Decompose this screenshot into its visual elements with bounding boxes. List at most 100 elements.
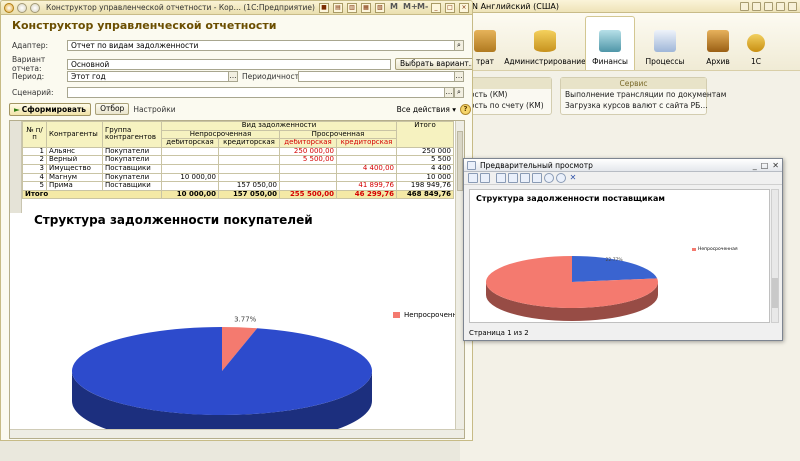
close-preview-icon[interactable]: ✕ (568, 173, 578, 183)
pie-slice-label: 3.77% (234, 316, 257, 324)
pie-chart-customers: 3.77% (72, 316, 373, 438)
play-icon: ► (14, 104, 20, 114)
archive-icon (707, 30, 729, 52)
section-1c[interactable]: 1С (745, 16, 767, 70)
one-page-icon[interactable] (508, 173, 518, 183)
copy-icon[interactable]: ▧ (375, 2, 385, 13)
scenario-label: Сценарий: (12, 88, 54, 97)
multi-page-icon[interactable] (532, 173, 542, 183)
page-status: Страница 1 из 2 (469, 329, 529, 337)
variant-field[interactable]: Основной (67, 58, 391, 70)
close-icon[interactable]: ✕ (772, 161, 779, 170)
panel-link[interactable]: Выполнение трансляции по документам (561, 89, 726, 100)
section-label: 1С (750, 57, 761, 66)
database-icon (534, 30, 556, 52)
zoom-out-icon[interactable] (556, 173, 566, 183)
scroll-thumb[interactable] (772, 278, 778, 308)
dropdown-icon[interactable] (752, 1, 761, 11)
section-label: Финансы (592, 57, 628, 66)
costs-icon (474, 30, 496, 52)
preview-title: Предварительный просмотр (480, 160, 593, 170)
calculator-icon (599, 30, 621, 52)
main-window: Конструктор управленческой отчетности - … (0, 0, 473, 441)
section-administration[interactable]: Администрирование (504, 16, 586, 70)
choose-variant-button[interactable]: Выбрать вариант... (395, 58, 472, 70)
preview-titlebar: Предварительный просмотр _ □ ✕ (464, 159, 782, 172)
maximize-icon[interactable] (776, 1, 785, 11)
panel-link[interactable]: Загрузка курсов валют с сайта РБ… (561, 100, 708, 111)
pie-slice-label: 22.77% (606, 257, 624, 263)
first-page-icon[interactable] (496, 173, 506, 183)
all-actions-menu[interactable]: Все действия ▾ (397, 105, 456, 114)
preview-toolbar: ✕ (464, 172, 782, 185)
section-label: Процессы (645, 57, 685, 66)
section-label: Администрирование (504, 57, 586, 66)
back-icon[interactable] (17, 2, 27, 13)
forward-icon[interactable] (30, 2, 40, 13)
panel-reports: ность (КМ) ность по счету (КМ) (460, 77, 552, 115)
main-titlebar: Конструктор управленческой отчетности - … (1, 1, 472, 15)
panel-service-header: Сервис (561, 78, 706, 89)
help-icon[interactable]: ? (460, 103, 471, 115)
memory-m-icon[interactable]: M (389, 2, 399, 13)
1c-icon (747, 34, 765, 52)
scenario-field[interactable]: … ⌕ (67, 87, 464, 98)
info-icon[interactable] (740, 1, 749, 11)
period-field[interactable]: Этот год … (67, 71, 238, 82)
move-icon[interactable] (480, 173, 490, 183)
ellipsis-icon[interactable]: … (444, 88, 454, 97)
horizontal-scrollbar[interactable] (10, 429, 464, 438)
report-area[interactable]: № п/п Контрагенты Группа контрагентов Ви… (9, 120, 465, 439)
minimize-icon[interactable] (764, 1, 773, 11)
print-icon[interactable] (468, 173, 478, 183)
print-icon[interactable]: ▤ (333, 2, 343, 13)
preview-icon[interactable]: ▥ (347, 2, 357, 13)
search-icon[interactable]: ⌕ (454, 41, 463, 50)
periodicity-label: Периодичность: (242, 72, 306, 81)
panel-service: Сервис Выполнение трансляции по документ… (560, 77, 726, 115)
calendar-icon[interactable]: ▦ (361, 2, 371, 13)
legend-swatch (692, 248, 696, 251)
app-menu-icon[interactable] (4, 2, 14, 13)
generate-button[interactable]: ► Сформировать (9, 102, 92, 116)
section-archive[interactable]: Архив (695, 16, 741, 70)
ellipsis-icon[interactable]: … (454, 72, 463, 81)
close-icon[interactable]: × (459, 2, 469, 13)
filter-button[interactable]: Отбор (95, 103, 130, 115)
adapter-value: Отчет по видам задолженности (71, 41, 199, 50)
close-icon[interactable] (788, 1, 797, 11)
section-label: трат (475, 57, 495, 66)
panel-link[interactable]: ность по счету (КМ) (461, 100, 551, 111)
background-window-title: EN Английский (США) (467, 1, 560, 11)
preview-page: Структура задолженности поставщикам 22.7… (469, 189, 770, 323)
background-titlebar: EN Английский (США) (460, 0, 800, 13)
processes-icon (654, 30, 676, 52)
pie-chart-suppliers: 22.77% (486, 256, 658, 321)
preview-scrollbar[interactable] (771, 189, 779, 323)
variant-value: Основной (71, 59, 110, 69)
preview-window: Предварительный просмотр _ □ ✕ ✕ Структу… (463, 158, 783, 341)
window-title: Конструктор управленческой отчетности - … (46, 3, 315, 12)
minimize-icon[interactable]: _ (753, 161, 757, 170)
adapter-field[interactable]: Отчет по видам задолженности ⌕ (67, 40, 464, 51)
ellipsis-icon[interactable]: … (228, 72, 237, 81)
zoom-in-icon[interactable] (544, 173, 554, 183)
section-finance[interactable]: Финансы (585, 16, 635, 70)
preview-legend: Непросроченная (692, 247, 738, 252)
search-icon[interactable]: ⌕ (454, 88, 463, 97)
maximize-icon[interactable]: □ (445, 2, 455, 13)
generate-button-label: Сформировать (21, 104, 87, 114)
period-label: Период: (12, 72, 45, 81)
section-processes[interactable]: Процессы (639, 16, 691, 70)
save-icon[interactable]: ■ (319, 2, 329, 13)
legend-swatch (393, 312, 400, 318)
memory-m-plus-icon[interactable]: M+ (403, 2, 418, 13)
two-pages-icon[interactable] (520, 173, 530, 183)
period-value: Этот год (71, 72, 106, 81)
periodicity-field[interactable]: … (298, 71, 464, 82)
memory-m-minus-icon[interactable]: M- (417, 2, 428, 13)
settings-link[interactable]: Настройки (133, 105, 175, 114)
minimize-icon[interactable]: _ (431, 2, 441, 13)
maximize-icon[interactable]: □ (761, 161, 769, 170)
panel-link[interactable]: ность (КМ) (461, 89, 551, 100)
